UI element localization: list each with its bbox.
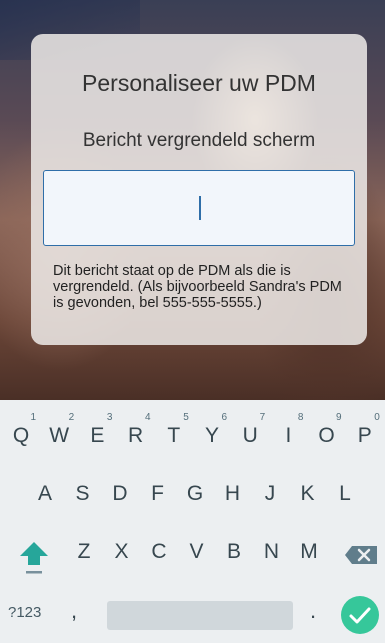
key-number-hint: 3 [106, 412, 113, 423]
key-number-hint: 8 [297, 412, 304, 423]
shift-key[interactable] [18, 538, 50, 578]
key-label: D [112, 482, 128, 505]
key[interactable]: R4 [117, 412, 155, 457]
key-label: E [90, 424, 105, 447]
key-label: N [263, 540, 280, 563]
key[interactable]: F [139, 473, 177, 515]
key[interactable]: O9 [308, 412, 346, 457]
key[interactable]: S [64, 473, 102, 515]
key-label: U [242, 424, 258, 447]
key-label: X [114, 540, 129, 563]
key[interactable]: N [253, 531, 291, 573]
key[interactable]: H [214, 473, 252, 515]
key-label: F [151, 482, 164, 505]
key-label: P [357, 424, 372, 447]
key[interactable]: M [290, 531, 328, 573]
symbols-key[interactable]: ?123 [8, 600, 58, 626]
key-label: K [300, 482, 315, 505]
key-label: Z [77, 540, 91, 563]
key[interactable]: X [103, 531, 141, 573]
lock-screen-message-input[interactable] [43, 170, 355, 246]
comma-key[interactable]: , [64, 596, 84, 626]
key[interactable]: Q1 [2, 412, 40, 457]
key[interactable]: A [26, 473, 64, 515]
key-label: R [128, 424, 144, 447]
key[interactable]: G [176, 473, 214, 515]
key-label: L [339, 482, 351, 505]
key[interactable]: L [326, 473, 364, 515]
key[interactable]: W2 [40, 412, 78, 457]
key-label: I [285, 424, 292, 447]
key-number-hint: 7 [259, 412, 266, 423]
key[interactable]: B [215, 531, 253, 573]
key-label: J [264, 482, 276, 505]
backspace-key[interactable] [343, 540, 381, 570]
key-number-hint: 1 [30, 412, 36, 423]
dialog-subtitle: Bericht vergrendeld scherm [82, 130, 316, 151]
key[interactable]: J [251, 473, 289, 515]
key[interactable]: U7 [231, 412, 269, 457]
key-label: Y [204, 424, 219, 447]
key-label: A [37, 482, 52, 505]
key-label: B [226, 540, 241, 563]
key[interactable]: C [140, 531, 178, 573]
key-label: W [49, 424, 70, 447]
key-number-hint: 5 [183, 412, 189, 423]
key-label: O [318, 424, 335, 447]
key[interactable]: I8 [269, 412, 307, 457]
key[interactable]: Y6 [193, 412, 231, 457]
key-label: C [151, 540, 167, 563]
checkmark-icon [349, 607, 371, 624]
key-label: V [189, 540, 204, 563]
personalize-dialog: Personaliseer uw PDM Bericht vergrendeld… [31, 34, 367, 345]
key[interactable]: D [101, 473, 139, 515]
key[interactable]: T5 [155, 412, 193, 457]
key-number-hint: 4 [145, 412, 151, 423]
key-label: M [300, 540, 318, 563]
shift-icon [20, 542, 48, 574]
text-cursor [199, 196, 201, 220]
key-number-hint: 6 [221, 412, 227, 423]
space-key[interactable] [107, 601, 293, 630]
key[interactable]: Z [65, 531, 103, 573]
key-number-hint: 2 [68, 412, 75, 423]
soft-keyboard: Q1W2E3R4T5Y6U7I8O9P0 ASDFGHJKL ZXCVBNM ?… [0, 400, 385, 643]
key-label: Q [12, 424, 30, 447]
helper-text: Dit bericht staat op de PDM als die is v… [53, 263, 342, 311]
period-key[interactable]: . [303, 596, 323, 626]
key-number-hint: 9 [336, 412, 342, 423]
key-label: S [75, 482, 90, 505]
key-number-hint: 0 [374, 412, 380, 423]
key[interactable]: E3 [78, 412, 116, 457]
key[interactable]: V [178, 531, 216, 573]
key[interactable]: K [289, 473, 327, 515]
enter-key[interactable] [341, 596, 379, 634]
key[interactable]: P0 [346, 412, 384, 457]
dialog-title: Personaliseer uw PDM [82, 70, 316, 96]
key-label: G [186, 482, 204, 505]
backspace-icon [345, 546, 377, 564]
key-label: T [167, 424, 181, 447]
key-label: H [224, 482, 241, 505]
